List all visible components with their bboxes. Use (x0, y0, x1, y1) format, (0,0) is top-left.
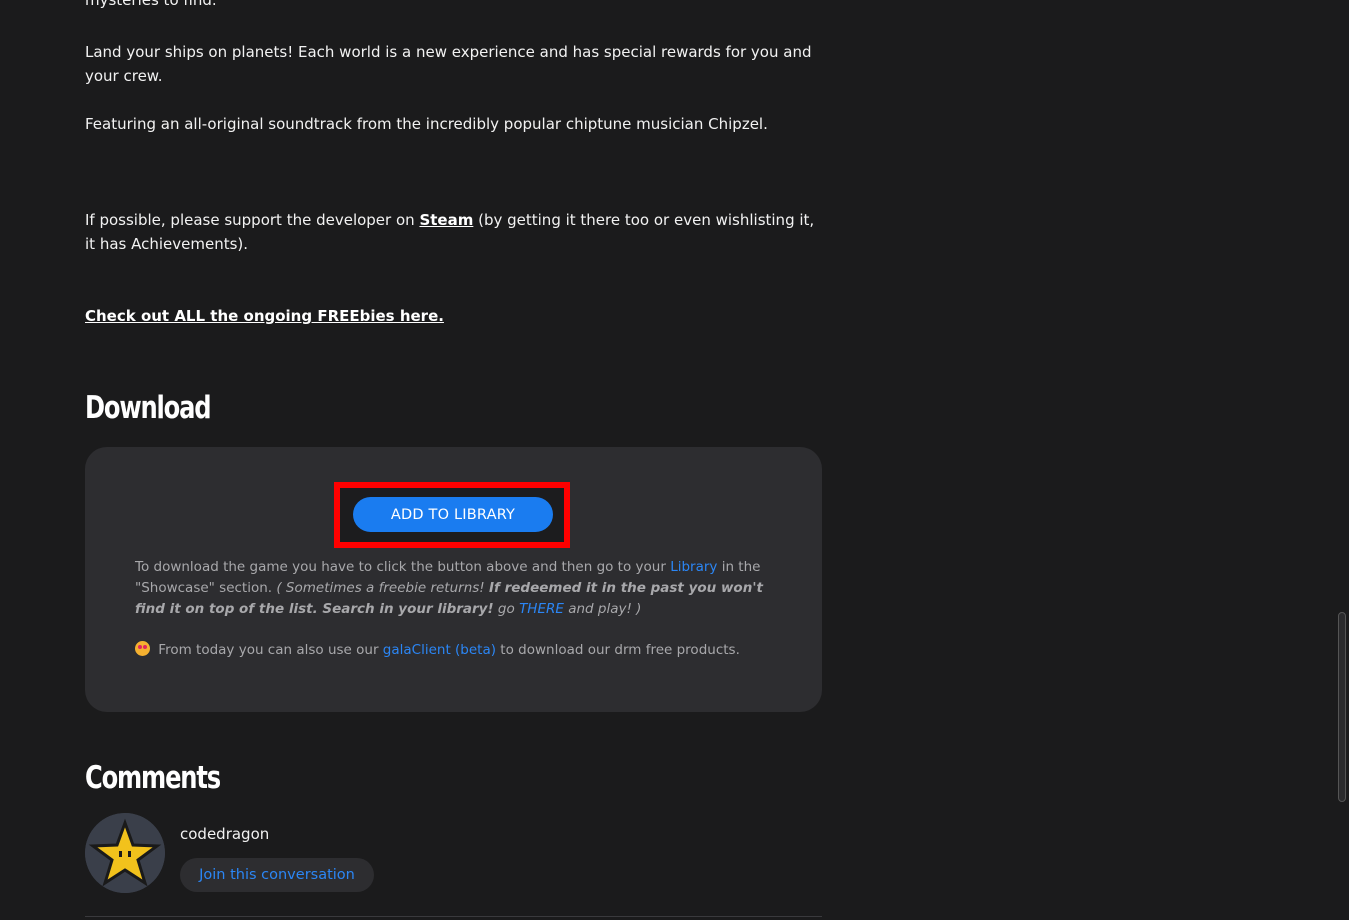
download-instructions: To download the game you have to click t… (135, 557, 775, 620)
there-link[interactable]: THERE (519, 601, 564, 617)
comment-username: codedragon (180, 825, 270, 843)
instructions-italic-2: go (493, 601, 520, 617)
library-link[interactable]: Library (670, 559, 717, 575)
avatar (85, 813, 165, 893)
galaclient-link[interactable]: galaClient (beta) (383, 642, 496, 658)
client-text-pre: From today you can also use our (154, 642, 383, 658)
page: mysteries to find. Land your ships on pl… (0, 0, 1349, 920)
add-to-library-button[interactable]: ADD TO LIBRARY (353, 497, 553, 532)
page-scrollbar-thumb[interactable] (1338, 612, 1346, 802)
client-info: From today you can also use our galaClie… (135, 640, 775, 661)
instructions-text-pre: To download the game you have to click t… (135, 559, 671, 575)
freebies-paragraph: Check out ALL the ongoing FREEbies here. (85, 304, 825, 328)
intro-paragraph-planets: Land your ships on planets! Each world i… (85, 43, 812, 85)
intro-fragment: mysteries to find. (85, 0, 217, 9)
star-avatar-icon (85, 813, 165, 893)
heart-eyes-emoji-icon (135, 641, 150, 656)
instructions-italic-1: ( Sometimes a freebie returns! (276, 580, 489, 596)
intro-paragraph-soundtrack: Featuring an all-original soundtrack fro… (85, 115, 768, 133)
steam-link[interactable]: Steam (419, 211, 473, 229)
support-text-pre: If possible, please support the develope… (85, 211, 420, 229)
client-text-post: to download our drm free products. (496, 642, 740, 658)
support-paragraph: If possible, please support the develope… (85, 208, 825, 256)
download-heading: Download (85, 390, 212, 426)
comments-heading: Comments (85, 760, 221, 796)
join-conversation-button[interactable]: Join this conversation (180, 858, 374, 892)
comments-divider (85, 916, 822, 917)
freebies-link[interactable]: Check out ALL the ongoing FREEbies here. (85, 307, 444, 325)
download-panel: ADD TO LIBRARY To download the game you … (85, 447, 822, 712)
instructions-italic-3: and play! ) (563, 601, 642, 617)
